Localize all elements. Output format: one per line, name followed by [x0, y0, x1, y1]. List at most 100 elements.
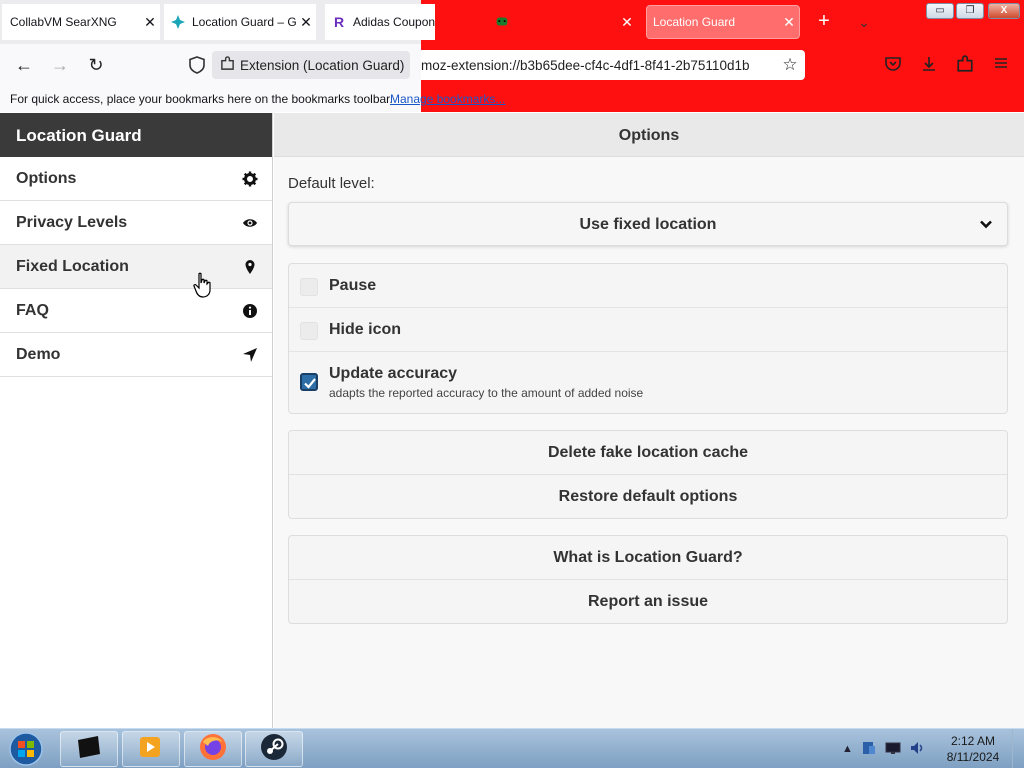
hand-pointer-cursor-icon [193, 272, 213, 298]
pocket-icon[interactable] [882, 55, 904, 75]
forward-arrow-icon[interactable]: → [46, 52, 74, 78]
sidebar-item-privacy-levels[interactable]: Privacy Levels [0, 201, 272, 245]
update-accuracy-checkbox[interactable] [300, 373, 318, 391]
help-buttons-group: What is Location Guard? Report an issue [288, 535, 1008, 624]
hide-icon-checkbox[interactable] [300, 322, 318, 340]
pause-label: Pause [329, 277, 377, 294]
taskbar-media-player[interactable] [122, 731, 180, 767]
delete-fake-location-cache-button[interactable]: Delete fake location cache [289, 431, 1007, 475]
tray-volume-icon[interactable] [909, 740, 925, 759]
toggle-options-group: Pause Hide icon Update accuracy adapts t… [288, 263, 1008, 414]
hide-icon-label: Hide icon [329, 321, 402, 338]
sidebar-title: Location Guard [0, 113, 272, 157]
puzzle-piece-icon [220, 56, 235, 74]
info-icon [242, 303, 258, 319]
tab-label: Location Guard – G [192, 15, 296, 29]
download-icon[interactable] [918, 55, 940, 75]
tab-collabvm-searxng[interactable]: CollabVM SearXNG ✕ [2, 4, 160, 40]
extensions-puzzle-icon[interactable] [954, 55, 976, 75]
firefox-icon [198, 732, 228, 767]
window-minimize-button[interactable]: ▭ [926, 3, 954, 19]
update-accuracy-label: Update accuracy [329, 365, 458, 382]
taskbar-steam[interactable] [245, 731, 303, 767]
update-accuracy-option-row[interactable]: Update accuracy adapts the reported accu… [289, 352, 1007, 413]
clock-date: 8/11/2024 [946, 750, 1000, 764]
steam-icon [259, 732, 289, 767]
default-level-label: Default level: [288, 175, 375, 192]
chevron-down-icon [977, 215, 995, 233]
default-level-select[interactable]: Use fixed location [288, 202, 1008, 246]
default-level-value: Use fixed location [579, 216, 717, 233]
system-tray: ▲ [842, 737, 925, 761]
reload-icon[interactable]: ↻ [82, 52, 110, 78]
tray-expand-arrow-icon[interactable]: ▲ [842, 743, 853, 755]
close-icon[interactable]: ✕ [296, 14, 316, 31]
new-tab-plus-icon[interactable]: + [812, 10, 836, 34]
taskbar-firefox[interactable] [184, 731, 242, 767]
manage-bookmarks-link[interactable]: Manage bookmarks... [390, 92, 505, 106]
eye-icon [242, 215, 258, 231]
sidebar-item-options[interactable]: Options [0, 157, 272, 201]
options-panel: Options Default level: Use fixed locatio… [274, 113, 1024, 728]
navigation-toolbar: ← → ↻ Extension (Location Guard) [0, 44, 421, 86]
extension-chip-label: Extension (Location Guard) [240, 57, 405, 73]
tracking-shield-icon[interactable] [186, 54, 208, 76]
close-icon[interactable]: ✕ [140, 14, 160, 31]
url-text: moz-extension://b3b65dee-cf4c-4df1-8f41-… [421, 57, 750, 73]
tab-adidas-coupons[interactable]: R Adidas Coupons [325, 4, 435, 40]
close-icon[interactable]: ✕ [617, 14, 637, 31]
url-bar[interactable]: moz-extension://b3b65dee-cf4c-4df1-8f41-… [421, 50, 805, 80]
taskbar-clock[interactable]: 2:12 AM 8/11/2024 [940, 733, 1006, 765]
windows-taskbar: ▲ 2:12 AM 8/11/2024 [0, 728, 1024, 768]
update-accuracy-description: adapts the reported accuracy to the amou… [329, 386, 644, 400]
back-arrow-icon[interactable]: ← [10, 52, 38, 78]
bookmarks-hint-text: For quick access, place your bookmarks h… [10, 92, 393, 106]
sidebar-item-demo[interactable]: Demo [0, 333, 272, 377]
terminal-icon [74, 734, 104, 765]
sidebar: Location Guard Options Privacy Levels Fi… [0, 113, 273, 728]
window-close-button[interactable]: X [988, 3, 1020, 19]
sidebar-item-fixed-location[interactable]: Fixed Location [0, 245, 272, 289]
maintenance-buttons-group: Delete fake location cache Restore defau… [288, 430, 1008, 519]
bookmarks-toolbar: For quick access, place your bookmarks h… [0, 86, 421, 112]
show-desktop-button[interactable] [1012, 729, 1024, 768]
what-is-location-guard-button[interactable]: What is Location Guard? [289, 536, 1007, 580]
tab-label: Location Guard [653, 15, 736, 29]
r-logo-icon: R [333, 14, 345, 30]
tray-network-icon[interactable] [861, 740, 877, 759]
tab-strip: CollabVM SearXNG ✕ Location Guard – G ✕ … [0, 0, 1024, 112]
taskbar-command-prompt[interactable] [60, 731, 118, 767]
pause-checkbox[interactable] [300, 278, 318, 296]
hamburger-menu-icon[interactable] [990, 55, 1012, 75]
location-guard-favicon [170, 14, 186, 30]
sidebar-item-label: Fixed Location [16, 257, 129, 275]
sidebar-item-label: Demo [16, 345, 61, 363]
clock-time: 2:12 AM [950, 734, 996, 748]
sidebar-item-label: Options [16, 169, 77, 187]
page-title: Options [274, 113, 1024, 157]
report-an-issue-button[interactable]: Report an issue [289, 580, 1007, 624]
gear-icon [242, 171, 258, 187]
tab-label: CollabVM SearXNG [10, 15, 117, 29]
tab-location-guard-store[interactable]: Location Guard – G ✕ [164, 4, 316, 40]
close-icon[interactable]: ✕ [779, 14, 799, 31]
start-orb-icon[interactable] [6, 731, 46, 767]
sidebar-item-label: Privacy Levels [16, 213, 128, 231]
sidebar-item-label: FAQ [16, 301, 49, 319]
navigation-arrow-icon [242, 347, 258, 363]
media-player-icon [138, 735, 164, 764]
extension-identity-chip[interactable]: Extension (Location Guard) [212, 51, 410, 79]
alien-icon [494, 14, 510, 30]
bookmark-star-icon[interactable]: ☆ [775, 55, 805, 75]
window-maximize-button[interactable]: ❐ [956, 3, 984, 19]
tray-monitor-icon[interactable] [885, 740, 901, 759]
map-pin-icon [242, 259, 258, 275]
tab-list-chevron-icon[interactable]: ⌄ [852, 10, 876, 34]
hide-icon-option-row[interactable]: Hide icon [289, 308, 1007, 352]
tab-obscured[interactable]: ✕ [482, 4, 637, 40]
restore-default-options-button[interactable]: Restore default options [289, 475, 1007, 519]
tab-location-guard-active[interactable]: Location Guard ✕ [646, 5, 800, 39]
pause-option-row[interactable]: Pause [289, 264, 1007, 308]
tab-label: Adidas Coupons [353, 15, 435, 29]
sidebar-item-faq[interactable]: FAQ [0, 289, 272, 333]
